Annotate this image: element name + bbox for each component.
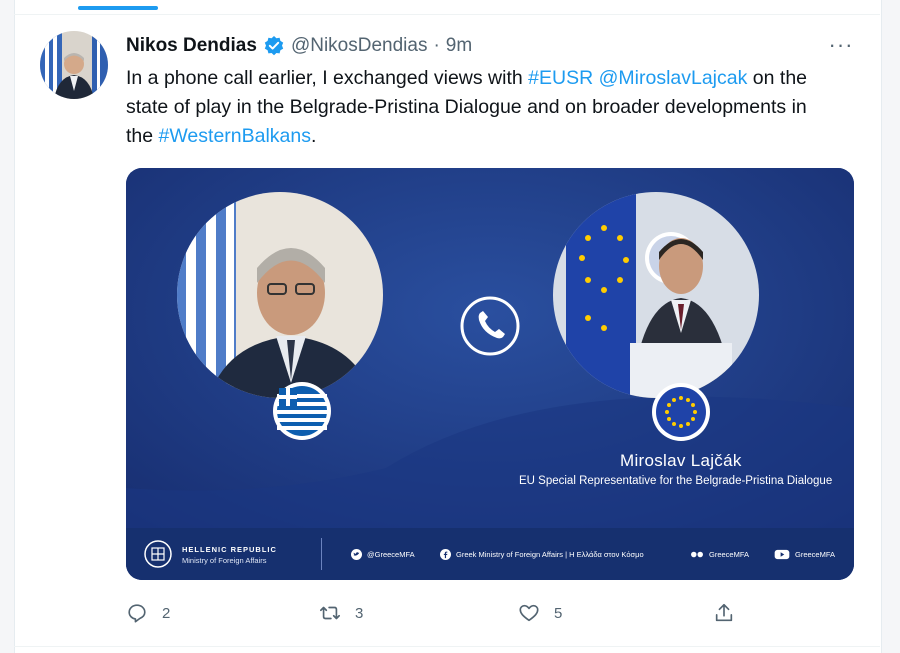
header-separator: · bbox=[433, 35, 440, 56]
text-segment: In a phone call earlier, I exchanged vie… bbox=[126, 67, 529, 89]
more-options-icon[interactable]: ··· bbox=[826, 34, 856, 56]
hashtag-link[interactable]: #WesternBalkans bbox=[159, 125, 311, 147]
retweet-count: 3 bbox=[355, 604, 364, 622]
author-name[interactable]: Nikos Dendias bbox=[126, 35, 257, 57]
tweet-timestamp[interactable]: 9m bbox=[446, 35, 472, 57]
retweet-button[interactable]: 3 bbox=[319, 600, 363, 626]
facebook-icon bbox=[440, 548, 451, 560]
facebook-label: Greek Ministry of Foreign Affairs | Η Ελ… bbox=[456, 549, 644, 559]
reply-button[interactable]: 2 bbox=[126, 600, 170, 626]
mention-link[interactable]: @MiroslavLajcak bbox=[599, 67, 748, 89]
tweet-text: In a phone call earlier, I exchanged vie… bbox=[126, 64, 826, 151]
active-tab-indicator bbox=[78, 6, 158, 10]
flickr-icon bbox=[691, 551, 703, 557]
reply-count: 2 bbox=[162, 604, 171, 622]
footer-divider bbox=[321, 538, 322, 570]
like-count: 5 bbox=[554, 604, 563, 622]
youtube-label: GreeceMFA bbox=[795, 549, 836, 559]
reply-icon bbox=[128, 604, 146, 623]
youtube-channel: GreeceMFA bbox=[774, 547, 835, 561]
tweet-header: Nikos Dendias @NikosDendias · 9m bbox=[126, 33, 472, 59]
heart-icon bbox=[519, 604, 539, 622]
flickr-label: GreeceMFA bbox=[709, 549, 750, 559]
divider bbox=[14, 14, 880, 15]
verified-badge-icon bbox=[263, 35, 285, 57]
ministry-emblem-icon bbox=[144, 540, 172, 568]
flickr-account: GreeceMFA bbox=[690, 547, 749, 561]
guest-role: EU Special Representative for the Belgra… bbox=[519, 475, 833, 487]
hashtag-link[interactable]: #EUSR bbox=[528, 67, 593, 89]
tweet-image[interactable]: Miroslav Lajčák EU Special Representativ… bbox=[126, 168, 854, 580]
twitter-handle: @GreeceMFA bbox=[351, 547, 415, 561]
ministry-title: HELLENIC REPUBLIC bbox=[182, 545, 277, 554]
twitter-icon bbox=[351, 548, 362, 560]
avatar[interactable] bbox=[40, 31, 108, 99]
share-icon bbox=[715, 603, 733, 622]
twitter-label: @GreeceMFA bbox=[367, 549, 415, 559]
image-graphic bbox=[126, 168, 854, 580]
divider bbox=[14, 646, 880, 647]
guest-name: Miroslav Lajčák bbox=[620, 451, 742, 470]
image-footer: HELLENIC REPUBLIC Ministry of Foreign Af… bbox=[126, 528, 854, 580]
text-segment: . bbox=[311, 125, 317, 147]
like-button[interactable]: 5 bbox=[518, 600, 562, 626]
share-button[interactable] bbox=[713, 600, 735, 626]
youtube-icon bbox=[774, 549, 790, 559]
author-handle[interactable]: @NikosDendias bbox=[291, 35, 428, 57]
retweet-icon bbox=[320, 606, 340, 620]
facebook-page: Greek Ministry of Foreign Affairs | Η Ελ… bbox=[440, 547, 644, 561]
ministry-subtitle: Ministry of Foreign Affairs bbox=[182, 556, 267, 565]
